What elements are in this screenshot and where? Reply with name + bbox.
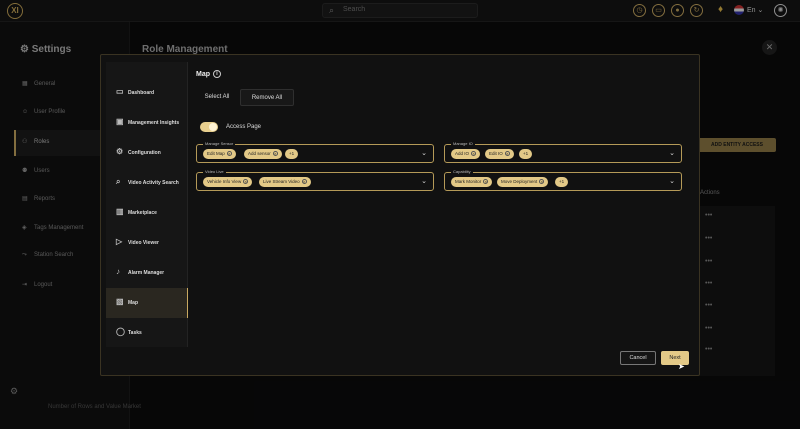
chip-more[interactable]: +1	[519, 149, 533, 159]
capability-select[interactable]: Capability Mark Monitor × Move Deployment…	[444, 169, 682, 191]
video-viewer-icon: ▷	[116, 237, 123, 246]
field-legend: Manage IO	[451, 141, 475, 146]
nav-item-video-viewer[interactable]: ▷ Video Viewer	[106, 228, 188, 258]
info-icon[interactable]: i	[213, 70, 221, 78]
mouse-cursor-icon: ➤	[678, 362, 685, 371]
module-title: Map i	[196, 70, 221, 78]
field-legend: Capability	[451, 169, 473, 174]
map-icon: ▧	[116, 297, 124, 306]
chip: Add sensor ×	[244, 149, 282, 159]
chip: Live Stream Video ×	[259, 177, 311, 187]
remove-chip-icon[interactable]: ×	[539, 179, 545, 185]
nav-item-alarm-manager[interactable]: ♪ Alarm Manager	[106, 258, 188, 288]
field-legend: Manage Sensor	[203, 141, 236, 146]
gear-icon: ⚙	[116, 147, 124, 156]
access-page-label: Access Page	[226, 124, 262, 130]
chevron-down-icon[interactable]: ⌄	[421, 149, 427, 157]
bell-icon: ♪	[116, 267, 120, 276]
chip: Edit IO ×	[485, 149, 514, 159]
video-search-icon: ⌕	[116, 177, 121, 186]
remove-chip-icon[interactable]: ×	[504, 151, 510, 157]
nav-item-dashboard[interactable]: ▭ Dashboard	[106, 78, 188, 108]
chevron-down-icon[interactable]: ⌄	[421, 177, 427, 185]
remove-chip-icon[interactable]: ×	[243, 179, 249, 185]
remove-chip-icon[interactable]: ×	[471, 151, 477, 157]
remove-chip-icon[interactable]: ×	[483, 179, 489, 185]
manage-io-select[interactable]: Manage IO Add IO × Edit IO × +1 ⌄	[444, 141, 682, 163]
chip: Mark Monitor ×	[451, 177, 493, 187]
chevron-down-icon[interactable]: ⌄	[669, 177, 675, 185]
monitor-icon: ▭	[116, 87, 124, 96]
remove-all-button[interactable]: Remove All	[240, 89, 294, 106]
chip-more[interactable]: +1	[285, 149, 299, 159]
video-live-select[interactable]: Video Live Vehicle Info View × Live Strea…	[196, 169, 434, 191]
remove-chip-icon[interactable]: ×	[301, 179, 307, 185]
select-all-button[interactable]: Select All	[196, 89, 238, 106]
chip: Vehicle Info View ×	[203, 177, 253, 187]
remove-chip-icon[interactable]: ×	[226, 151, 232, 157]
chip: Add IO ×	[451, 149, 481, 159]
chip: Edit Map ×	[203, 149, 236, 159]
chip-more[interactable]: +1	[555, 177, 569, 187]
chip: Move Deployment ×	[497, 177, 549, 187]
nav-item-map[interactable]: ▧ Map	[106, 288, 188, 318]
role-modal	[100, 54, 700, 376]
field-legend: Video Live	[203, 169, 226, 174]
manage-sensor-select[interactable]: Manage Sensor Edit Map × Add sensor × +1 ⌄	[196, 141, 434, 163]
cancel-button[interactable]: Cancel	[620, 351, 656, 365]
nav-item-video-activity-search[interactable]: ⌕ Video Activity Search	[106, 168, 188, 198]
chevron-down-icon[interactable]: ⌄	[669, 149, 675, 157]
nav-item-marketplace[interactable]: ▥ Marketplace	[106, 198, 188, 228]
module-nav: ▭ Dashboard ▣ Management Insights ⚙ Configu…	[106, 62, 188, 347]
remove-chip-icon[interactable]: ×	[272, 151, 278, 157]
module-title-label: Map	[196, 70, 210, 78]
tasks-icon: ◯	[116, 327, 125, 336]
nav-item-tasks[interactable]: ◯ Tasks	[106, 318, 188, 348]
nav-item-configuration[interactable]: ⚙ Configuration	[106, 138, 188, 168]
access-page-toggle[interactable]	[200, 122, 218, 132]
insights-icon: ▣	[116, 117, 124, 126]
nav-item-management-insights[interactable]: ▣ Management Insights	[106, 108, 188, 138]
marketplace-icon: ▥	[116, 207, 124, 216]
